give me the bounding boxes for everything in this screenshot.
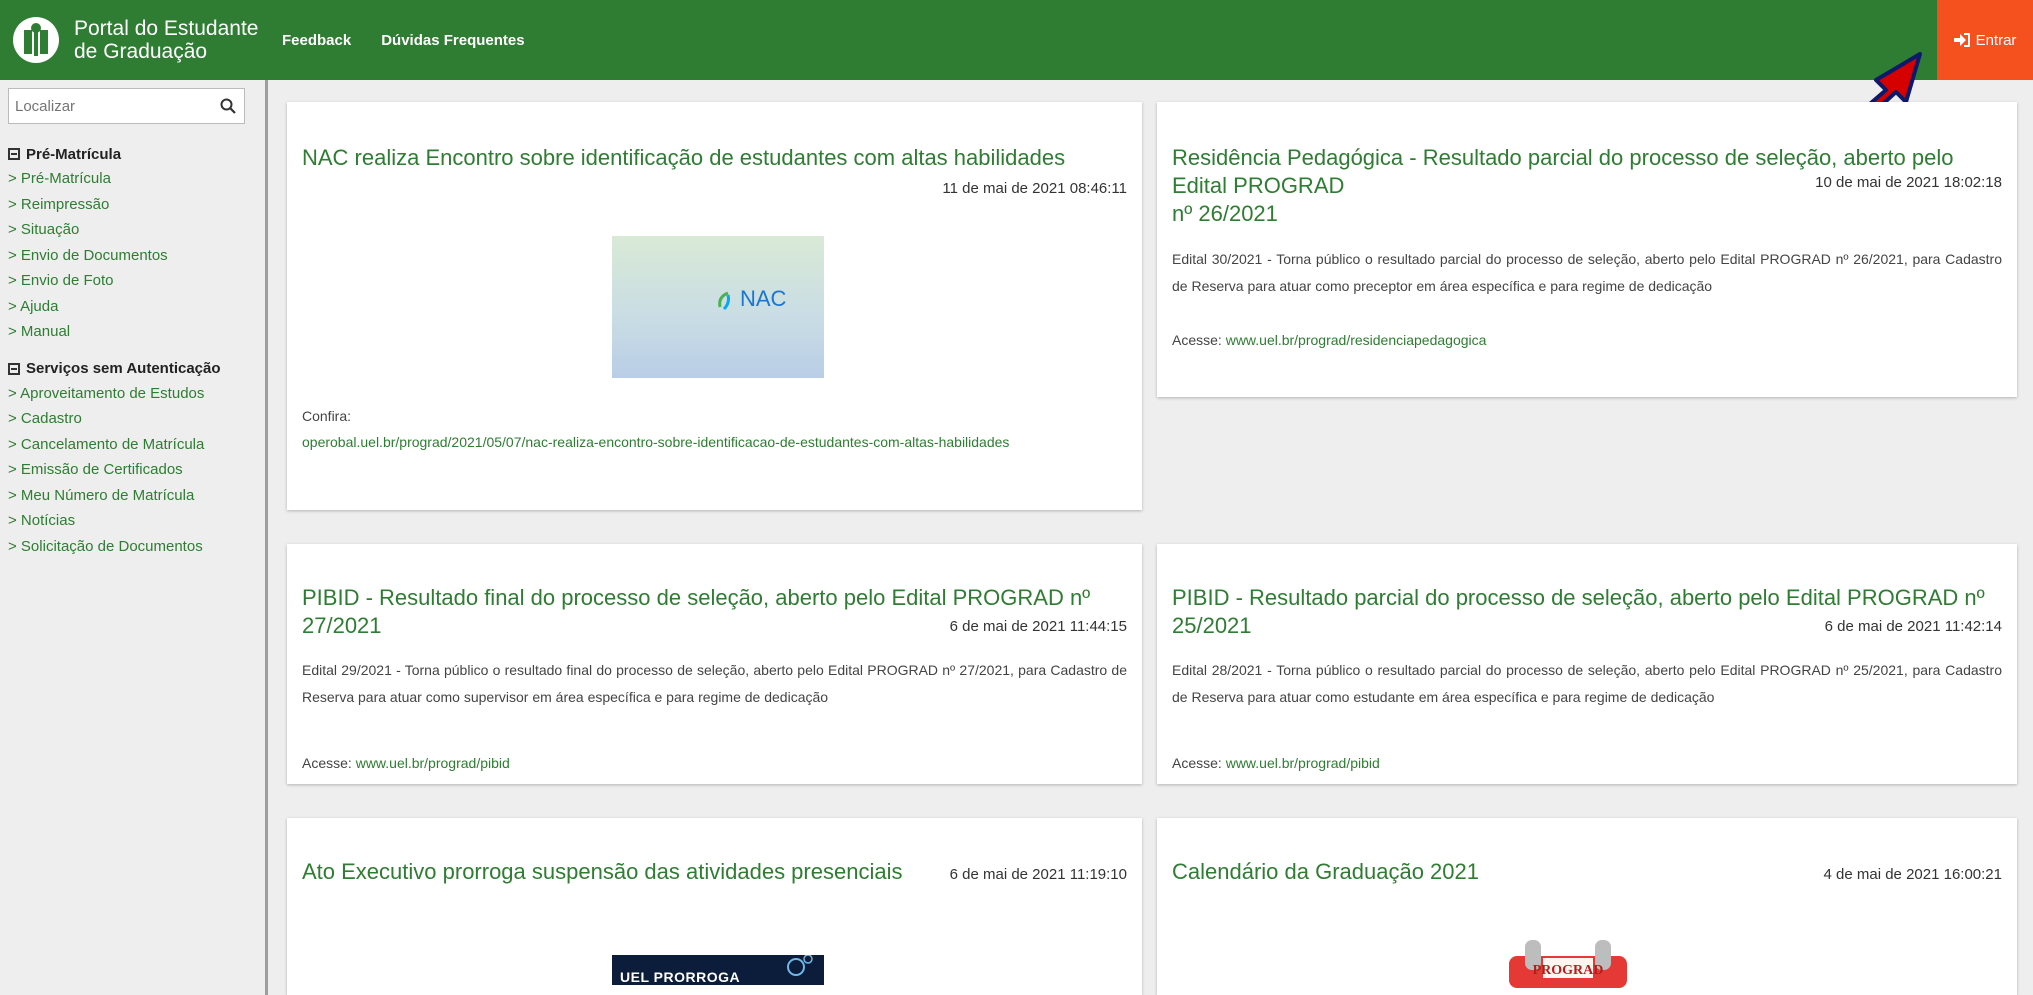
sidebar-menu: Pré-Matrícula > Pré-Matrícula > Reimpres… [8, 142, 258, 559]
sidebar-item-cancelamento[interactable]: > Cancelamento de Matrícula [8, 432, 258, 458]
sidebar-item-situacao[interactable]: > Situação [8, 217, 258, 243]
news-date: 10 de mai de 2021 18:02:18 [1815, 174, 2002, 191]
news-image-text: NAC [740, 286, 787, 311]
sidebar-item-manual[interactable]: > Manual [8, 319, 258, 345]
nac-logo: NAC [716, 286, 786, 312]
news-image[interactable]: UEL PRORROGA [612, 955, 824, 985]
sidebar-item-numero-matricula[interactable]: > Meu Número de Matrícula [8, 483, 258, 509]
menu-group-pre-matricula: Pré-Matrícula > Pré-Matrícula > Reimpres… [8, 142, 258, 345]
news-access-link[interactable]: www.uel.br/prograd/residenciapedagogica [1226, 332, 1487, 348]
menu-group-header[interactable]: Serviços sem Autenticação [8, 357, 258, 381]
news-link[interactable]: operobal.uel.br/prograd/2021/05/07/nac-r… [302, 434, 1009, 450]
news-title-line2: nº 26/2021 [1172, 201, 1278, 226]
news-image-text: UEL PRORROGA [620, 969, 741, 985]
news-title[interactable]: NAC realiza Encontro sobre identificação… [302, 144, 1065, 172]
sidebar-item-envio-foto[interactable]: > Envio de Foto [8, 268, 258, 294]
news-access: Acesse: www.uel.br/prograd/residenciaped… [1172, 332, 1486, 348]
sidebar-item-ajuda[interactable]: > Ajuda [8, 294, 258, 320]
sidebar: Pré-Matrícula > Pré-Matrícula > Reimpres… [0, 80, 268, 995]
sidebar-item-pre-matricula[interactable]: > Pré-Matrícula [8, 166, 258, 192]
news-access-label: Acesse: [1172, 332, 1226, 348]
login-button[interactable]: Entrar [1937, 0, 2033, 80]
sidebar-item-solicitacao[interactable]: > Solicitação de Documentos [8, 534, 258, 560]
menu-group-servicos: Serviços sem Autenticação > Aproveitamen… [8, 357, 258, 560]
brand[interactable]: Portal do Estudante de Graduação [12, 16, 258, 64]
news-access: Acesse: www.uel.br/prograd/pibid [1172, 755, 1380, 771]
news-access-link[interactable]: www.uel.br/prograd/pibid [1226, 755, 1380, 771]
news-date: 6 de mai de 2021 11:44:15 [949, 618, 1127, 635]
news-label: Confira: [302, 408, 352, 424]
news-date: 4 de mai de 2021 16:00:21 [1823, 866, 2002, 883]
calendar-image-icon[interactable]: PROGRAD [1505, 938, 1631, 988]
news-text: Edital 30/2021 - Torna público o resulta… [1172, 251, 2002, 294]
news-title[interactable]: Ato Executivo prorroga suspensão das ati… [302, 858, 902, 886]
menu-group-title: Pré-Matrícula [26, 145, 122, 163]
news-card: Calendário da Graduação 2021 4 de mai de… [1157, 818, 2017, 995]
news-date: 6 de mai de 2021 11:19:10 [949, 866, 1127, 883]
news-access-link[interactable]: www.uel.br/prograd/pibid [356, 755, 510, 771]
nac-swirl-icon [718, 291, 730, 311]
news-text: Edital 29/2021 - Torna público o resulta… [302, 662, 1127, 705]
news-date: 11 de mai de 2021 08:46:11 [942, 180, 1127, 197]
news-card: Ato Executivo prorroga suspensão das ati… [287, 818, 1142, 995]
search-box [8, 88, 245, 124]
search-input[interactable] [9, 89, 209, 123]
search-icon[interactable] [220, 98, 236, 114]
news-card: Residência Pedagógica - Resultado parcia… [1157, 102, 2017, 397]
sign-in-icon [1953, 33, 1970, 47]
sidebar-item-certificados[interactable]: > Emissão de Certificados [8, 457, 258, 483]
collapse-icon [8, 148, 20, 160]
news-access: Acesse: www.uel.br/prograd/pibid [302, 755, 510, 771]
top-nav: Feedback Dúvidas Frequentes [282, 0, 555, 80]
menu-group-header[interactable]: Pré-Matrícula [8, 142, 258, 166]
news-image-text: PROGRAD [1533, 963, 1604, 978]
collapse-icon [8, 362, 20, 375]
brand-title: Portal do Estudante de Graduação [74, 17, 258, 63]
news-card: PIBID - Resultado final do processo de s… [287, 544, 1142, 784]
news-access-label: Acesse: [302, 755, 356, 771]
uel-logo [13, 17, 59, 63]
news-title[interactable]: Calendário da Graduação 2021 [1172, 858, 1479, 886]
sidebar-item-aproveitamento[interactable]: > Aproveitamento de Estudos [8, 381, 258, 407]
news-date: 6 de mai de 2021 11:42:14 [1824, 618, 2002, 635]
sidebar-item-noticias[interactable]: > Notícias [8, 508, 258, 534]
news-card: NAC realiza Encontro sobre identificação… [287, 102, 1142, 510]
brand-title-line2: de Graduação [74, 40, 208, 63]
top-bar: Portal do Estudante de Graduação Feedbac… [0, 0, 2033, 80]
news-image[interactable]: NAC [612, 236, 824, 378]
menu-group-title: Serviços sem Autenticação [26, 360, 221, 377]
news-card: PIBID - Resultado parcial do processo de… [1157, 544, 2017, 784]
brand-title-line1: Portal do Estudante [74, 17, 259, 40]
nav-faq-link[interactable]: Dúvidas Frequentes [381, 32, 524, 49]
sidebar-item-cadastro[interactable]: > Cadastro [8, 406, 258, 432]
news-access-label: Acesse: [1172, 755, 1226, 771]
sidebar-item-envio-documentos[interactable]: > Envio de Documentos [8, 243, 258, 269]
sidebar-item-reimpressao[interactable]: > Reimpressão [8, 192, 258, 218]
virus-icon [787, 955, 813, 976]
nav-feedback-link[interactable]: Feedback [282, 32, 351, 49]
login-label: Entrar [1975, 31, 2017, 49]
news-text: Edital 28/2021 - Torna público o resulta… [1172, 662, 2002, 705]
